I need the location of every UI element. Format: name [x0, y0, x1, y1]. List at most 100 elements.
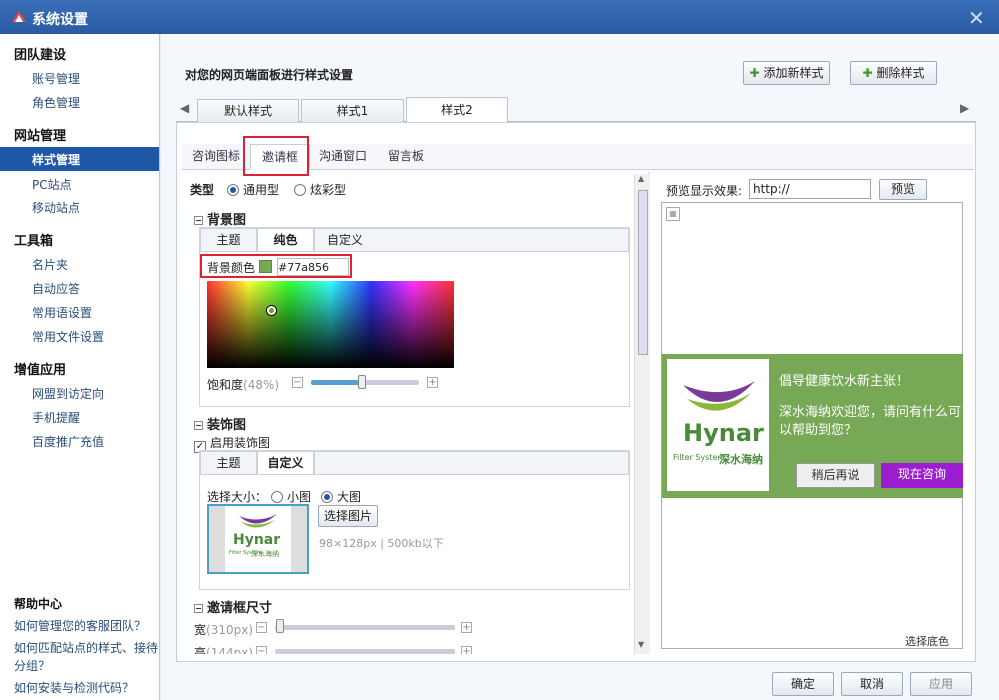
- sidebar-section-site: 网站管理: [14, 125, 66, 144]
- preview-button[interactable]: 预览: [879, 179, 927, 200]
- deco-logo-word: Hynar: [233, 532, 280, 548]
- radio-icon: [271, 491, 283, 503]
- sidebar-item-roles[interactable]: 角色管理: [32, 94, 80, 111]
- deco-section-header[interactable]: −装饰图: [194, 414, 246, 433]
- deco-image-thumb[interactable]: Hynar Filter System 深水海纳: [207, 504, 309, 574]
- add-style-label: 添加新样式: [764, 66, 824, 80]
- preview-label: 预览显示效果:: [666, 182, 742, 199]
- type-option-colorful-label: 炫彩型: [310, 183, 346, 197]
- type-option-colorful[interactable]: 炫彩型: [294, 181, 346, 198]
- color-picker-cursor[interactable]: [267, 306, 276, 315]
- sub-tab-consult-icon[interactable]: 咨询图标: [186, 144, 246, 170]
- sidebar-item-accounts[interactable]: 账号管理: [32, 70, 80, 87]
- add-style-button[interactable]: ✚ 添加新样式: [743, 61, 830, 85]
- frame-height-plus-button[interactable]: +: [461, 646, 472, 654]
- deco-size-large[interactable]: 大图: [321, 488, 361, 505]
- scroll-up-icon[interactable]: ▲: [638, 174, 644, 183]
- saturation-value: (48%): [243, 378, 279, 392]
- frame-size-header[interactable]: −邀请框尺寸: [194, 597, 272, 616]
- invite-later-button[interactable]: 稍后再说: [796, 463, 875, 488]
- sidebar-item-phrases[interactable]: 常用语设置: [32, 304, 92, 321]
- sidebar-item-pc-site[interactable]: PC站点: [32, 176, 72, 193]
- invite-box: Hynar Filter System 深水海纳 倡导健康饮水新主张！ 深水海纳…: [662, 354, 963, 498]
- collapse-icon: −: [194, 421, 203, 430]
- frame-width-slider[interactable]: [275, 625, 455, 630]
- pick-bg-color-link[interactable]: 选择底色: [905, 633, 949, 649]
- color-picker[interactable]: [207, 281, 454, 368]
- frame-size-title: 邀请框尺寸: [207, 601, 272, 616]
- sidebar-item-files[interactable]: 常用文件设置: [32, 328, 104, 345]
- preview-url-input[interactable]: http://: [749, 179, 871, 199]
- plus-icon: ✚: [749, 66, 759, 80]
- sub-tab-message-board[interactable]: 留言板: [378, 144, 434, 170]
- bg-tab-custom[interactable]: 自定义: [314, 228, 629, 252]
- deco-enable-label: 启用装饰图: [210, 436, 270, 450]
- tab-scroll-left-icon[interactable]: ◀: [180, 101, 189, 115]
- logo-swoosh-icon: [237, 512, 279, 530]
- sidebar-item-baidu-recharge[interactable]: 百度推广充值: [32, 433, 104, 450]
- sidebar-item-mobile-site[interactable]: 移动站点: [32, 199, 80, 216]
- saturation-minus-button[interactable]: −: [292, 377, 303, 388]
- bg-section-title: 背景图: [207, 213, 246, 228]
- deco-size-label: 选择大小：: [207, 488, 267, 505]
- type-option-general[interactable]: 通用型: [227, 181, 279, 198]
- help-link-match[interactable]: 如何匹配站点的样式、接待分组？: [14, 639, 160, 675]
- collapse-icon: −: [194, 216, 203, 225]
- sidebar-item-auto-reply[interactable]: 自动应答: [32, 280, 80, 297]
- saturation-plus-button[interactable]: +: [427, 377, 438, 388]
- frame-height-slider[interactable]: [275, 649, 455, 654]
- frame-height-controls[interactable]: − +: [256, 646, 480, 654]
- deco-size-small-label: 小图: [287, 490, 311, 504]
- highlight-invite-tab: [243, 136, 309, 176]
- ok-button[interactable]: 确定: [772, 672, 834, 696]
- sidebar-section-value: 增值应用: [14, 359, 66, 378]
- sidebar-item-union[interactable]: 网盟到访定向: [32, 385, 104, 402]
- frame-width-plus-button[interactable]: +: [461, 622, 472, 633]
- tab-style-2[interactable]: 样式2: [406, 97, 508, 124]
- apply-button[interactable]: 应用: [910, 672, 972, 696]
- delete-style-button[interactable]: ✚删除样式: [850, 61, 937, 85]
- invite-logo-word: Hynar: [683, 419, 764, 447]
- saturation-text: 饱和度: [207, 378, 243, 392]
- window-title: 系统设置: [32, 9, 88, 29]
- frame-height-text: 高: [194, 646, 206, 654]
- sidebar-item-style-manage[interactable]: 样式管理: [0, 147, 159, 171]
- scroll-down-icon[interactable]: ▼: [638, 640, 644, 649]
- saturation-slider-handle[interactable]: [358, 375, 366, 389]
- invite-logo-sub: Filter System: [673, 453, 725, 462]
- deco-size-large-label: 大图: [337, 490, 361, 504]
- sidebar: 团队建设 账号管理 角色管理 网站管理 样式管理 PC站点 移动站点 工具箱 名…: [0, 34, 160, 700]
- deco-size-small[interactable]: 小图: [271, 488, 311, 505]
- frame-width-handle[interactable]: [276, 619, 284, 633]
- bg-tab-theme[interactable]: 主题: [200, 228, 257, 252]
- invite-logo: Hynar Filter System 深水海纳: [667, 359, 769, 491]
- broken-image-icon: ▦: [666, 207, 680, 221]
- choose-image-button[interactable]: 选择图片: [318, 505, 378, 527]
- help-link-team[interactable]: 如何管理您的客服团队？: [14, 617, 160, 635]
- title-bar: 系统设置 ✕: [0, 0, 999, 34]
- tab-default-style[interactable]: 默认样式: [197, 99, 299, 123]
- saturation-label: 饱和度(48%): [207, 376, 279, 393]
- tab-scroll-right-icon[interactable]: ▶: [960, 101, 969, 115]
- deco-tab-custom[interactable]: 自定义: [257, 451, 314, 475]
- sidebar-item-cards[interactable]: 名片夹: [32, 256, 68, 273]
- cancel-button[interactable]: 取消: [841, 672, 903, 696]
- bg-tab-solid[interactable]: 纯色: [257, 228, 314, 252]
- sub-tab-chat-window[interactable]: 沟通窗口: [313, 144, 373, 170]
- deco-tab-theme[interactable]: 主题: [200, 451, 257, 475]
- type-label: 类型: [190, 181, 214, 198]
- frame-height-minus-button[interactable]: −: [256, 646, 267, 654]
- tab-style-1[interactable]: 样式1: [301, 99, 404, 123]
- invite-now-button[interactable]: 现在咨询: [881, 463, 963, 488]
- settings-scrollbar[interactable]: ▲ ▼: [634, 174, 650, 654]
- scrollbar-thumb[interactable]: [638, 190, 648, 355]
- bg-section-header[interactable]: −背景图: [194, 209, 246, 228]
- help-link-install[interactable]: 如何安装与检测代码？: [14, 679, 160, 697]
- invite-title: 倡导健康饮水新主张！: [779, 370, 909, 389]
- page-title: 对您的网页端面板进行样式设置: [185, 66, 353, 83]
- radio-icon: [227, 184, 239, 196]
- frame-width-minus-button[interactable]: −: [256, 622, 267, 633]
- close-icon[interactable]: ✕: [968, 6, 985, 30]
- collapse-icon: −: [194, 604, 203, 613]
- sidebar-item-phone-alert[interactable]: 手机提醒: [32, 409, 80, 426]
